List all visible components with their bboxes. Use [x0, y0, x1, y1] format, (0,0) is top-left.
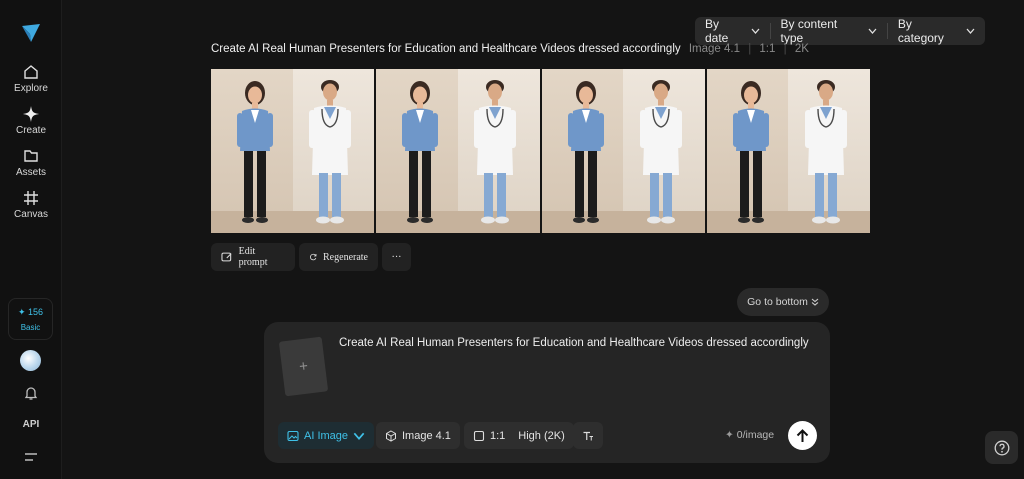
refresh-icon: [310, 253, 317, 261]
generated-image[interactable]: [541, 69, 705, 233]
image-icon: [287, 430, 299, 441]
sparkle-icon: [23, 106, 39, 122]
cost-indicator: ✦ 0/image: [725, 429, 774, 441]
button-label: Regenerate: [323, 251, 368, 263]
sparkle-icon: ✦: [725, 429, 734, 441]
sidebar-item-label: Canvas: [14, 209, 48, 220]
sidebar-item-label: Explore: [14, 83, 48, 94]
avatar[interactable]: [20, 350, 41, 371]
generation-ratio: 1:1: [759, 43, 776, 55]
filter-label: By date: [705, 17, 729, 45]
folder-icon: [24, 150, 38, 162]
credits-count: ✦ 156: [17, 307, 44, 317]
ratio-label: 1:1: [490, 429, 506, 442]
button-label: Edit prompt: [238, 246, 268, 268]
help-button[interactable]: [985, 431, 1018, 464]
edit-prompt-button[interactable]: Edit prompt: [211, 243, 295, 271]
mode-label: AI Image: [304, 429, 349, 442]
question-icon: [994, 440, 1009, 455]
sidebar-item-explore[interactable]: Explore: [0, 64, 62, 94]
more-options-button[interactable]: ···: [382, 243, 411, 271]
ratio-quality-selector[interactable]: 1:1 High (2K): [464, 422, 574, 449]
edit-icon: [221, 252, 232, 262]
cost-label: 0/image: [736, 429, 775, 441]
model-selector[interactable]: Image 4.1: [376, 422, 460, 449]
generated-image[interactable]: [706, 69, 870, 233]
sidebar-item-canvas[interactable]: Canvas: [0, 190, 62, 220]
menu-icon[interactable]: [24, 452, 38, 462]
grid-hash-icon: [24, 191, 38, 205]
image-upload-button[interactable]: +: [278, 336, 329, 397]
api-link[interactable]: API: [0, 419, 62, 430]
regenerate-button[interactable]: Regenerate: [299, 243, 378, 271]
generation-model: Image 4.1: [688, 43, 740, 55]
filter-by-category[interactable]: By category: [886, 17, 985, 45]
bell-icon[interactable]: [23, 385, 39, 401]
prompt-input[interactable]: Create AI Real Human Presenters for Educ…: [339, 337, 809, 349]
image-gallery: [211, 69, 870, 233]
divider: |: [783, 43, 787, 55]
filter-label: By content type: [780, 17, 838, 45]
sidebar-item-label: Create: [15, 125, 46, 136]
sidebar: Explore Create Assets Canvas ✦ 156 Basic…: [0, 0, 62, 479]
chevron-down-icon: [966, 28, 975, 34]
chevron-down-icon: [751, 28, 760, 34]
sidebar-item-assets[interactable]: Assets: [0, 148, 62, 178]
chevron-down-icon: [868, 28, 877, 34]
filter-by-date[interactable]: By date: [695, 17, 770, 45]
chevron-down-icon: [353, 432, 365, 440]
square-icon: [473, 430, 485, 441]
button-label: Go to bottom: [747, 296, 808, 308]
filter-label: By category: [897, 17, 944, 45]
generated-image[interactable]: [211, 69, 375, 233]
generation-resolution: 2K: [794, 43, 809, 55]
text-format-icon: [583, 431, 593, 440]
generated-image[interactable]: [376, 69, 540, 233]
sidebar-item-label: Assets: [15, 167, 46, 178]
mode-selector[interactable]: AI Image: [278, 422, 375, 449]
generation-header: Create AI Real Human Presenters for Educ…: [211, 43, 809, 55]
model-label: Image 4.1: [402, 429, 451, 442]
go-to-bottom-button[interactable]: Go to bottom: [737, 288, 829, 316]
filter-bar: By date By content type By category: [695, 17, 985, 45]
plus-icon: +: [298, 357, 309, 376]
arrow-up-icon: [796, 428, 809, 442]
cube-icon: [386, 429, 396, 442]
plan-label: Basic: [20, 323, 41, 332]
double-chevron-down-icon: [811, 298, 819, 306]
divider: |: [748, 43, 752, 55]
send-button[interactable]: [788, 421, 817, 450]
home-icon: [24, 65, 38, 79]
quality-label: High (2K): [518, 429, 565, 442]
generation-prompt: Create AI Real Human Presenters for Educ…: [211, 43, 681, 55]
credits-badge[interactable]: ✦ 156 Basic: [8, 298, 53, 340]
more-icon: ···: [391, 251, 402, 263]
prompt-composer: + Create AI Real Human Presenters for Ed…: [264, 322, 830, 463]
text-style-button[interactable]: [573, 422, 603, 449]
sidebar-item-create[interactable]: Create: [0, 106, 62, 136]
filter-by-content-type[interactable]: By content type: [769, 17, 887, 45]
logo-icon[interactable]: [20, 22, 42, 44]
